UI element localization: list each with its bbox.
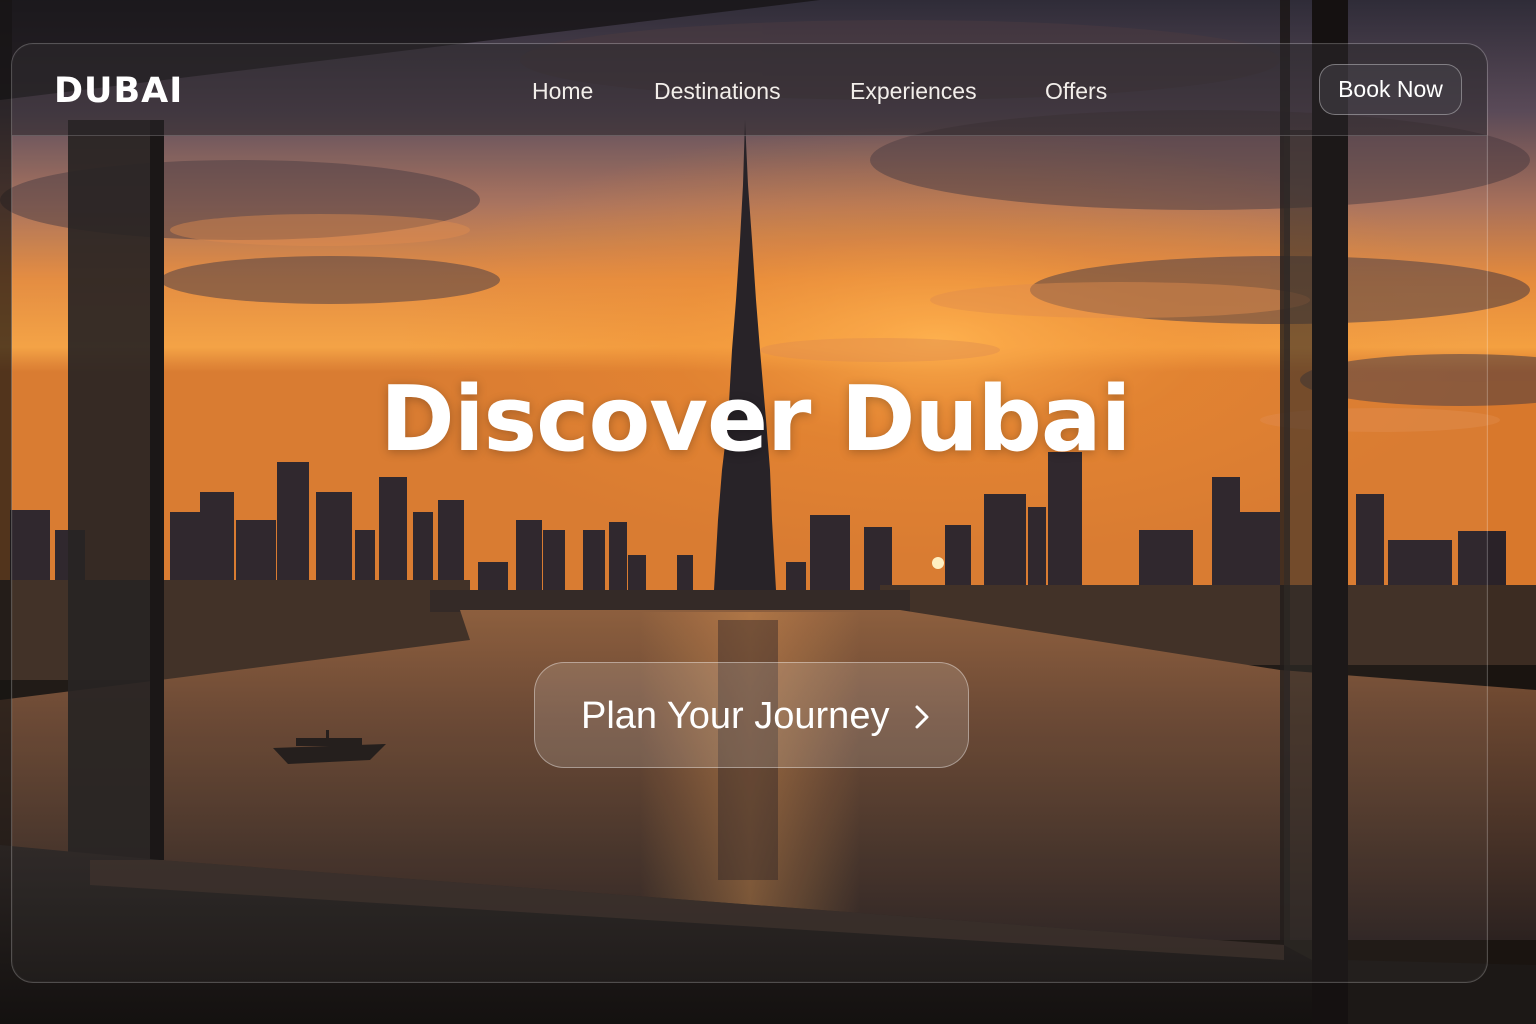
nav-link-destinations[interactable]: Destinations bbox=[654, 74, 781, 108]
chevron-right-icon bbox=[912, 704, 932, 730]
nav-link-experiences[interactable]: Experiences bbox=[850, 74, 977, 108]
plan-journey-label: Plan Your Journey bbox=[581, 695, 890, 737]
hero-title: Discover Dubai bbox=[380, 367, 1132, 472]
brand-logo[interactable]: DUBAI bbox=[54, 70, 183, 112]
nav-link-home[interactable]: Home bbox=[532, 74, 593, 108]
plan-journey-button[interactable]: Plan Your Journey bbox=[534, 662, 969, 768]
nav-link-offers[interactable]: Offers bbox=[1045, 74, 1107, 108]
glass-frame-panel bbox=[11, 43, 1488, 983]
book-now-button[interactable]: Book Now bbox=[1319, 64, 1462, 115]
